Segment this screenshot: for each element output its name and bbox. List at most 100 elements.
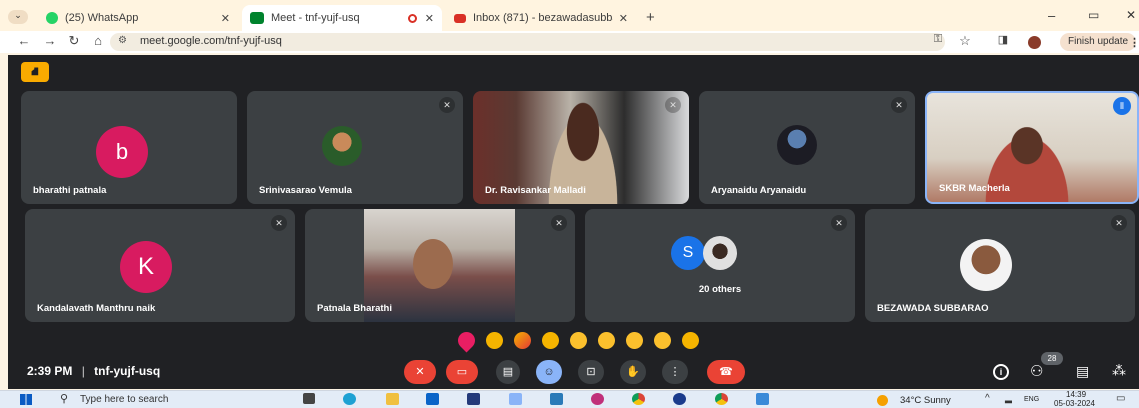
chat-icon[interactable]: ▤	[1076, 363, 1089, 380]
activities-icon[interactable]: ⁂	[1112, 362, 1126, 379]
avatar	[322, 126, 362, 166]
language-indicator[interactable]: ENG	[1024, 396, 1039, 403]
participant-tile[interactable]: ✕ Dr. Ravisankar Malladi	[473, 91, 689, 204]
minimize-icon[interactable]: –	[1048, 8, 1055, 23]
close-tab-icon[interactable]: ✕	[221, 12, 230, 25]
reactions-button[interactable]: ☺	[536, 360, 562, 384]
windows-start-icon[interactable]	[20, 394, 32, 405]
laughing-face-icon[interactable]	[569, 331, 587, 349]
participant-tile[interactable]: ✕ Srinivasarao Vemula	[247, 91, 463, 204]
raise-hand-button[interactable]: ✋	[620, 360, 646, 384]
avatar	[777, 125, 817, 165]
party-popper-icon[interactable]	[513, 331, 531, 349]
crying-face-icon[interactable]	[625, 331, 643, 349]
participant-tile[interactable]: ✕ K Kandalavath Manthru naik	[25, 209, 295, 322]
photos-icon[interactable]	[756, 393, 769, 405]
more-options-button[interactable]: ⋮	[662, 360, 688, 384]
network-icon[interactable]: ▂	[1005, 393, 1012, 404]
mic-off-icon: ✕	[439, 97, 455, 113]
file-explorer-icon[interactable]	[386, 393, 399, 405]
participant-tile[interactable]: ✕ Aryanaidu Aryanaidu	[699, 91, 915, 204]
participant-tile[interactable]: ✕ BEZAWADA SUBBARAO	[865, 209, 1135, 322]
participant-name: Srinivasarao Vemula	[259, 185, 352, 196]
captions-button[interactable]: ▤	[496, 360, 520, 384]
thinking-face-icon[interactable]	[653, 331, 671, 349]
participant-tile-speaking[interactable]: ⦀ SKBR Macherla	[925, 91, 1139, 204]
close-tab-icon[interactable]: ✕	[425, 12, 434, 25]
maximize-icon[interactable]: ▭	[1088, 8, 1099, 22]
home-icon[interactable]: ⌂	[88, 33, 108, 48]
tab-whatsapp[interactable]: (25) WhatsApp ✕	[38, 5, 238, 31]
site-info-icon[interactable]: ⚙	[118, 35, 127, 46]
thumbs-up-icon[interactable]	[485, 331, 503, 349]
meeting-info: 2:39 PM | tnf-yujf-usq	[27, 364, 160, 378]
recording-dot-icon	[407, 13, 417, 23]
participant-video-face	[413, 239, 453, 289]
edge-icon[interactable]	[343, 393, 356, 405]
bookmark-star-icon[interactable]: ☆	[955, 33, 975, 49]
taskbar-search-input[interactable]: Type here to search	[80, 394, 168, 405]
avatar: S	[671, 236, 705, 270]
profile-avatar[interactable]	[1028, 36, 1041, 49]
windows-taskbar	[0, 390, 1139, 408]
participant-tile[interactable]: ✕ Patnala Bharathi	[305, 209, 575, 322]
chrome-icon[interactable]	[632, 393, 645, 405]
present-button[interactable]: ⊡	[578, 360, 604, 384]
participant-name: Patnala Bharathi	[317, 303, 392, 314]
key-icon[interactable]: ⚿	[928, 33, 948, 46]
others-tile[interactable]: ✕ S 20 others	[585, 209, 855, 322]
url-field[interactable]: ⚙ meet.google.com/tnf-yujf-usq	[110, 33, 945, 51]
camera-toggle-button[interactable]: ▭	[446, 360, 478, 384]
app-icon-v[interactable]	[467, 393, 480, 405]
participant-tile[interactable]: b bharathi patnala	[21, 91, 237, 204]
whatsapp-icon	[46, 12, 58, 24]
mail-icon[interactable]	[426, 393, 439, 405]
close-tab-icon[interactable]: ✕	[619, 12, 628, 25]
back-icon[interactable]: ←	[14, 33, 34, 48]
tab-gmail[interactable]: Inbox (871) - bezawadasubbara ✕	[446, 5, 636, 31]
new-tab-icon[interactable]: +	[646, 9, 655, 26]
app-icon-pink[interactable]	[591, 393, 604, 405]
participant-name: Kandalavath Manthru naik	[37, 303, 156, 314]
end-call-button[interactable]: ☎	[707, 360, 745, 384]
menu-icon[interactable]: ⋮	[1129, 36, 1139, 49]
camera-off-indicator-icon[interactable]: ⛘	[21, 62, 49, 82]
reload-icon[interactable]: ↻	[64, 33, 84, 49]
mic-toggle-button[interactable]: ✕	[404, 360, 436, 384]
people-button[interactable]: ⚇	[1030, 362, 1043, 380]
notifications-icon[interactable]: ▭	[1116, 393, 1125, 404]
clapping-hands-icon[interactable]	[541, 331, 559, 349]
url-text: meet.google.com/tnf-yujf-usq	[140, 35, 282, 47]
mic-off-icon: ✕	[551, 215, 567, 231]
app-icon-feather[interactable]	[509, 393, 522, 405]
weather-text[interactable]: 34°C Sunny	[900, 395, 951, 406]
close-window-icon[interactable]: ✕	[1126, 8, 1136, 22]
calculator-icon[interactable]	[550, 393, 563, 405]
mic-off-icon: ✕	[1111, 215, 1127, 231]
gmail-icon	[454, 13, 466, 23]
forward-icon[interactable]: →	[40, 33, 60, 48]
mic-off-icon: ✕	[665, 97, 681, 113]
chevron-up-icon[interactable]: ^	[985, 393, 990, 404]
participant-name: Aryanaidu Aryanaidu	[711, 185, 807, 196]
meeting-details-icon[interactable]: i	[993, 364, 1009, 380]
zoom-icon[interactable]	[673, 393, 686, 405]
tab-meet[interactable]: Meet - tnf-yujf-usq ✕	[242, 5, 442, 31]
mic-off-icon: ✕	[831, 215, 847, 231]
avatar	[703, 236, 737, 270]
clock-time[interactable]: 14:39	[1066, 390, 1086, 399]
clock-date[interactable]: 05-03-2024	[1054, 399, 1095, 408]
meeting-time: 2:39 PM	[27, 364, 73, 378]
surprised-face-icon[interactable]	[597, 331, 615, 349]
sparkling-heart-icon[interactable]	[453, 327, 479, 353]
chrome-profile-icon[interactable]	[715, 393, 728, 405]
weather-icon	[877, 395, 888, 406]
task-view-icon[interactable]	[303, 393, 315, 404]
participant-name: Dr. Ravisankar Malladi	[485, 185, 586, 196]
tab-search-button[interactable]: ⌄	[8, 10, 28, 24]
thumbs-down-icon[interactable]	[681, 331, 699, 349]
separator: |	[81, 364, 85, 378]
tab-label: Meet - tnf-yujf-usq	[271, 12, 360, 24]
sidepanel-icon[interactable]: ◨	[993, 33, 1013, 46]
finish-update-button[interactable]: Finish update	[1060, 33, 1137, 51]
